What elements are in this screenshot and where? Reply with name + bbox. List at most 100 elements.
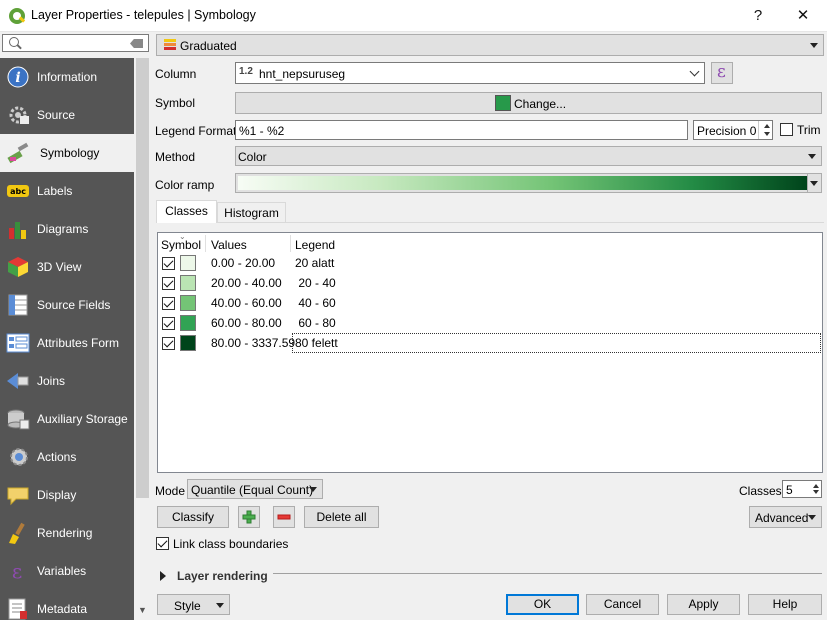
class-legend[interactable]: 80 felett [295,336,338,350]
column-combobox[interactable]: 1.2 hnt_nepsuruseg [235,62,705,84]
class-symbol-swatch[interactable] [180,255,196,271]
style-button[interactable]: Style [157,594,230,615]
class-visible-checkbox[interactable] [162,297,175,310]
source-icon [9,106,29,124]
sidebar-item-labels[interactable]: abc Labels [0,172,134,210]
method-label: Method [155,150,196,164]
symbol-change-button[interactable]: Change... [235,92,822,114]
dropdown-arrow-icon[interactable] [810,181,818,186]
dropdown-arrow-icon [808,154,816,159]
table-row[interactable]: 20.00 - 40.00 20 - 40 [158,273,822,293]
tab-classes[interactable]: Classes [156,200,217,223]
class-legend[interactable]: 20 alatt [295,256,334,270]
precision-spinbox[interactable]: Precision 0 [693,120,773,140]
spin-down-icon[interactable] [813,490,819,494]
class-values[interactable]: 0.00 - 20.00 [211,256,275,270]
dropdown-arrow-icon [810,43,818,48]
clear-search-icon[interactable] [130,39,143,48]
spin-up-icon[interactable] [813,484,819,488]
table-row[interactable]: 80.00 - 3337.59 80 felett [158,333,822,353]
column-header-values[interactable]: Values [211,238,247,252]
apply-button[interactable]: Apply [667,594,740,615]
class-symbol-swatch[interactable] [180,315,196,331]
sidebar-scroll-thumb[interactable] [136,58,149,498]
close-window-button[interactable]: ✕ [783,4,823,28]
sidebar-item-metadata[interactable]: Metadata [0,590,134,620]
table-row[interactable]: 40.00 - 60.00 40 - 60 [158,293,822,313]
tab-histogram[interactable]: Histogram [217,202,286,222]
plus-icon [242,510,256,524]
delete-all-button[interactable]: Delete all [304,506,379,528]
advanced-button[interactable]: Advanced [749,506,822,528]
search-input[interactable] [2,34,149,52]
sidebar-item-3d-view[interactable]: 3D View [0,248,134,286]
class-visible-checkbox[interactable] [162,337,175,350]
sidebar-item-attributes-form[interactable]: Attributes Form [0,324,134,362]
auxiliary-storage-icon [7,409,30,430]
table-row[interactable]: 60.00 - 80.00 60 - 80 [158,313,822,333]
sidebar-item-symbology[interactable]: Symbology [0,134,134,172]
renderer-type-dropdown[interactable]: Graduated [156,34,824,56]
classify-button[interactable]: Classify [157,506,229,528]
sidebar-scrollbar[interactable]: ▼ [134,58,151,620]
classes-count-spinbox[interactable]: 5 [782,480,822,498]
column-header-symbol[interactable]: Symbol [161,238,201,252]
numeric-field-type-icon: 1.2 [239,66,253,77]
link-boundaries-checkbox[interactable] [156,537,169,550]
mode-dropdown[interactable]: Quantile (Equal Count) [187,479,323,499]
class-visible-checkbox[interactable] [162,277,175,290]
class-values[interactable]: 60.00 - 80.00 [211,316,282,330]
spin-down-icon[interactable] [764,132,770,136]
column-value: hnt_nepsuruseg [259,67,346,81]
expand-arrow-icon[interactable] [160,571,166,581]
class-symbol-swatch[interactable] [180,275,196,291]
sidebar-item-joins[interactable]: Joins [0,362,134,400]
sidebar-item-auxiliary-storage[interactable]: Auxiliary Storage [0,400,134,438]
expression-button[interactable]: ε [711,62,733,84]
table-row[interactable]: 0.00 - 20.00 20 alatt [158,253,822,273]
sidebar-item-source[interactable]: Source [0,96,134,134]
help-button[interactable]: Help [748,594,822,615]
sidebar-item-variables[interactable]: ε Variables [0,552,134,590]
ok-button[interactable]: OK [506,594,579,615]
cancel-button[interactable]: Cancel [586,594,659,615]
sidebar-item-rendering[interactable]: Rendering [0,514,134,552]
class-legend[interactable]: 60 - 80 [295,316,335,330]
legend-format-input[interactable]: %1 - %2 [235,120,688,140]
method-dropdown[interactable]: Color [235,146,822,166]
class-values[interactable]: 20.00 - 40.00 [211,276,282,290]
scroll-down-icon[interactable]: ▼ [137,605,148,616]
color-ramp-preview [238,176,807,190]
class-visible-checkbox[interactable] [162,317,175,330]
class-values[interactable]: 40.00 - 60.00 [211,296,282,310]
spin-buttons[interactable] [758,121,772,139]
display-icon [7,487,29,506]
spin-up-icon[interactable] [764,124,770,128]
layer-rendering-toggle[interactable]: Layer rendering [177,569,268,583]
classes-table[interactable]: ⌄ Symbol Values Legend 0.00 - 20.00 20 a… [157,232,823,473]
class-symbol-swatch[interactable] [180,295,196,311]
class-legend[interactable]: 20 - 40 [295,276,335,290]
help-title-button[interactable]: ? [738,4,778,28]
sidebar-item-diagrams[interactable]: Diagrams [0,210,134,248]
color-ramp-button[interactable] [235,173,822,193]
mode-label: Mode [155,484,186,498]
3d-view-icon [8,257,28,277]
remove-class-button[interactable] [273,506,295,528]
column-header-legend[interactable]: Legend [295,238,335,252]
class-values[interactable]: 80.00 - 3337.59 [211,336,295,350]
sidebar-item-information[interactable]: i Information [0,58,134,96]
sidebar-item-source-fields[interactable]: Source Fields [0,286,134,324]
trim-checkbox[interactable] [780,123,793,136]
add-class-button[interactable] [238,506,260,528]
class-legend[interactable]: 40 - 60 [295,296,335,310]
sidebar-item-actions[interactable]: Actions [0,438,134,476]
sidebar: i Information Source Symbology abc Label… [0,32,152,620]
trim-label: Trim [797,123,821,137]
class-visible-checkbox[interactable] [162,257,175,270]
sidebar-item-display[interactable]: Display [0,476,134,514]
class-symbol-swatch[interactable] [180,335,196,351]
variables-icon: ε [12,560,22,582]
renderer-type-value: Graduated [180,39,237,53]
joins-icon [7,373,29,389]
